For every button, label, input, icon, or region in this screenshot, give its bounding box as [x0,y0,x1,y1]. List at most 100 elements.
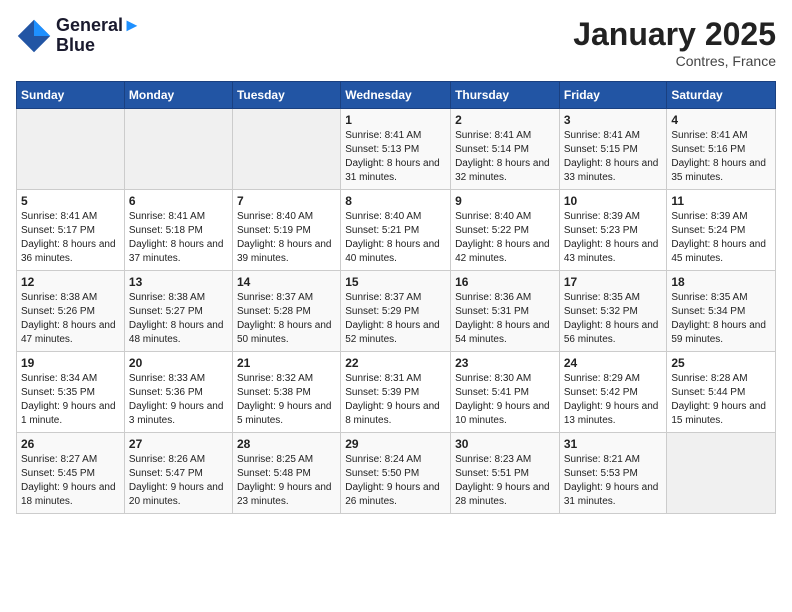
calendar-table: SundayMondayTuesdayWednesdayThursdayFrid… [16,81,776,514]
day-number: 3 [564,113,663,127]
calendar-cell: 24 Sunrise: 8:29 AM Sunset: 5:42 PM Dayli… [559,352,667,433]
day-info: Sunrise: 8:31 AM Sunset: 5:39 PM Dayligh… [345,372,446,428]
calendar-cell: 16 Sunrise: 8:36 AM Sunset: 5:31 PM Dayli… [451,271,560,352]
day-number: 14 [237,275,336,289]
calendar-cell: 12 Sunrise: 8:38 AM Sunset: 5:26 PM Dayli… [17,271,125,352]
day-number: 31 [564,437,663,451]
week-row-2: 5Sunrise: 8:41 AM Sunset: 5:17 PM Daylig… [17,190,776,271]
calendar-cell: 29 Sunrise: 8:24 AM Sunset: 5:50 PM Dayli… [341,433,451,514]
day-info: Sunrise: 8:25 AM Sunset: 5:48 PM Dayligh… [237,453,336,509]
day-header-friday: Friday [559,82,667,109]
calendar-cell: 11 Sunrise: 8:39 AM Sunset: 5:24 PM Dayli… [667,190,776,271]
day-number: 16 [455,275,555,289]
day-info: Sunrise: 8:27 AM Sunset: 5:45 PM Dayligh… [21,453,120,509]
day-number: 2 [455,113,555,127]
calendar-cell [667,433,776,514]
calendar-cell [17,109,125,190]
day-number: 11 [671,194,771,208]
day-info: Sunrise: 8:37 AM Sunset: 5:29 PM Dayligh… [345,291,446,347]
week-row-4: 19 Sunrise: 8:34 AM Sunset: 5:35 PM Dayli… [17,352,776,433]
day-info: Sunrise: 8:41 AM Sunset: 5:13 PM Dayligh… [345,129,446,185]
logo-icon [16,18,52,54]
day-header-thursday: Thursday [451,82,560,109]
calendar-cell: 27 Sunrise: 8:26 AM Sunset: 5:47 PM Dayli… [124,433,232,514]
day-number: 24 [564,356,663,370]
calendar-cell: 10Sunrise: 8:39 AM Sunset: 5:23 PM Dayli… [559,190,667,271]
calendar-cell: 22Sunrise: 8:31 AM Sunset: 5:39 PM Dayli… [341,352,451,433]
calendar-cell: 14 Sunrise: 8:37 AM Sunset: 5:28 PM Dayli… [232,271,340,352]
calendar-cell: 20 Sunrise: 8:33 AM Sunset: 5:36 PM Dayli… [124,352,232,433]
day-info: Sunrise: 8:24 AM Sunset: 5:50 PM Dayligh… [345,453,446,509]
day-number: 27 [129,437,228,451]
day-header-monday: Monday [124,82,232,109]
calendar-cell: 5Sunrise: 8:41 AM Sunset: 5:17 PM Daylig… [17,190,125,271]
day-number: 15 [345,275,446,289]
day-info: Sunrise: 8:26 AM Sunset: 5:47 PM Dayligh… [129,453,228,509]
day-number: 6 [129,194,228,208]
day-number: 23 [455,356,555,370]
calendar-cell: 17 Sunrise: 8:35 AM Sunset: 5:32 PM Dayli… [559,271,667,352]
calendar-cell: 9 Sunrise: 8:40 AM Sunset: 5:22 PM Daylig… [451,190,560,271]
logo: General► Blue [16,16,141,56]
calendar-cell: 31Sunrise: 8:21 AM Sunset: 5:53 PM Dayli… [559,433,667,514]
day-number: 30 [455,437,555,451]
month-title: January 2025 [573,16,776,53]
day-info: Sunrise: 8:41 AM Sunset: 5:16 PM Dayligh… [671,129,771,185]
calendar-cell: 26 Sunrise: 8:27 AM Sunset: 5:45 PM Dayli… [17,433,125,514]
page-header: General► Blue January 2025 Contres, Fran… [16,16,776,69]
title-block: January 2025 Contres, France [573,16,776,69]
day-info: Sunrise: 8:23 AM Sunset: 5:51 PM Dayligh… [455,453,555,509]
day-info: Sunrise: 8:33 AM Sunset: 5:36 PM Dayligh… [129,372,228,428]
days-header-row: SundayMondayTuesdayWednesdayThursdayFrid… [17,82,776,109]
day-number: 9 [455,194,555,208]
day-info: Sunrise: 8:30 AM Sunset: 5:41 PM Dayligh… [455,372,555,428]
week-row-1: 1Sunrise: 8:41 AM Sunset: 5:13 PM Daylig… [17,109,776,190]
day-number: 25 [671,356,771,370]
day-info: Sunrise: 8:40 AM Sunset: 5:19 PM Dayligh… [237,210,336,266]
day-number: 28 [237,437,336,451]
calendar-cell: 23 Sunrise: 8:30 AM Sunset: 5:41 PM Dayli… [451,352,560,433]
day-info: Sunrise: 8:40 AM Sunset: 5:22 PM Dayligh… [455,210,555,266]
day-info: Sunrise: 8:35 AM Sunset: 5:32 PM Dayligh… [564,291,663,347]
day-number: 5 [21,194,120,208]
day-info: Sunrise: 8:41 AM Sunset: 5:15 PM Dayligh… [564,129,663,185]
calendar-cell: 7 Sunrise: 8:40 AM Sunset: 5:19 PM Daylig… [232,190,340,271]
day-number: 20 [129,356,228,370]
day-number: 29 [345,437,446,451]
day-info: Sunrise: 8:36 AM Sunset: 5:31 PM Dayligh… [455,291,555,347]
logo-text: General► Blue [56,16,141,56]
calendar-cell: 21Sunrise: 8:32 AM Sunset: 5:38 PM Dayli… [232,352,340,433]
day-info: Sunrise: 8:34 AM Sunset: 5:35 PM Dayligh… [21,372,120,428]
calendar-cell: 2 Sunrise: 8:41 AM Sunset: 5:14 PM Daylig… [451,109,560,190]
day-info: Sunrise: 8:38 AM Sunset: 5:27 PM Dayligh… [129,291,228,347]
calendar-cell: 13 Sunrise: 8:38 AM Sunset: 5:27 PM Dayli… [124,271,232,352]
day-info: Sunrise: 8:39 AM Sunset: 5:23 PM Dayligh… [564,210,663,266]
day-number: 13 [129,275,228,289]
day-number: 17 [564,275,663,289]
calendar-cell: 1Sunrise: 8:41 AM Sunset: 5:13 PM Daylig… [341,109,451,190]
day-header-tuesday: Tuesday [232,82,340,109]
day-number: 19 [21,356,120,370]
week-row-3: 12 Sunrise: 8:38 AM Sunset: 5:26 PM Dayli… [17,271,776,352]
day-info: Sunrise: 8:37 AM Sunset: 5:28 PM Dayligh… [237,291,336,347]
day-number: 4 [671,113,771,127]
calendar-cell: 15 Sunrise: 8:37 AM Sunset: 5:29 PM Dayli… [341,271,451,352]
day-info: Sunrise: 8:40 AM Sunset: 5:21 PM Dayligh… [345,210,446,266]
location: Contres, France [573,53,776,69]
day-number: 26 [21,437,120,451]
day-info: Sunrise: 8:41 AM Sunset: 5:14 PM Dayligh… [455,129,555,185]
day-number: 18 [671,275,771,289]
day-info: Sunrise: 8:38 AM Sunset: 5:26 PM Dayligh… [21,291,120,347]
day-info: Sunrise: 8:39 AM Sunset: 5:24 PM Dayligh… [671,210,771,266]
day-number: 7 [237,194,336,208]
day-number: 8 [345,194,446,208]
calendar-cell: 28 Sunrise: 8:25 AM Sunset: 5:48 PM Dayli… [232,433,340,514]
day-header-saturday: Saturday [667,82,776,109]
day-info: Sunrise: 8:29 AM Sunset: 5:42 PM Dayligh… [564,372,663,428]
day-number: 12 [21,275,120,289]
day-info: Sunrise: 8:28 AM Sunset: 5:44 PM Dayligh… [671,372,771,428]
calendar-cell: 25 Sunrise: 8:28 AM Sunset: 5:44 PM Dayli… [667,352,776,433]
day-info: Sunrise: 8:41 AM Sunset: 5:18 PM Dayligh… [129,210,228,266]
week-row-5: 26 Sunrise: 8:27 AM Sunset: 5:45 PM Dayli… [17,433,776,514]
calendar-cell: 30 Sunrise: 8:23 AM Sunset: 5:51 PM Dayli… [451,433,560,514]
